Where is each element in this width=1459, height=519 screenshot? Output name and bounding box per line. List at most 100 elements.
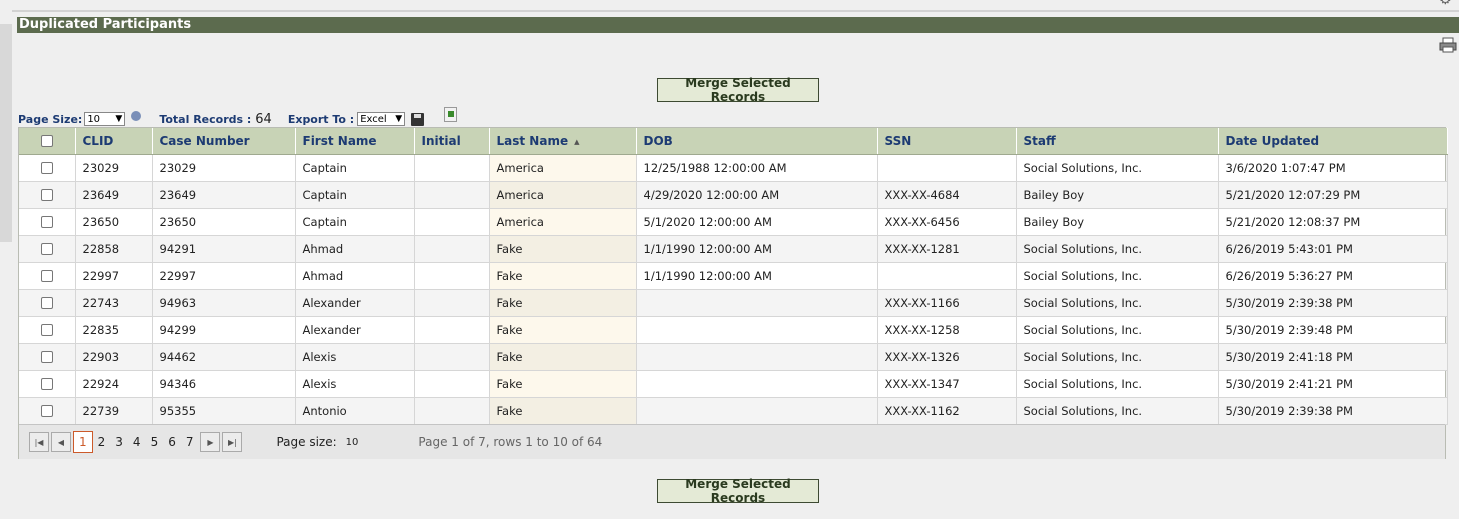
chevron-down-icon: ▼: [115, 114, 123, 124]
cell-case-number: 94291: [152, 235, 296, 263]
table-row[interactable]: 22997 22997 Ahmad Fake 1/1/1990 12:00:00 AM S…: [19, 262, 1448, 290]
cell-initial: [414, 262, 490, 290]
table-row[interactable]: 22835 94299 Alexander Fake XXX-XX-1258 Social…: [19, 316, 1448, 344]
page-link-7[interactable]: 7: [181, 431, 199, 453]
page-link-6[interactable]: 6: [163, 431, 181, 453]
cell-last-name: Fake: [489, 316, 637, 344]
pager-info: Page 1 of 7, rows 1 to 10 of 64: [418, 435, 603, 449]
duplicates-grid: CLID Case Number First Name Initial Last…: [18, 127, 1448, 459]
merge-selected-button-top[interactable]: Merge Selected Records: [657, 76, 819, 104]
row-select-cell: [19, 370, 76, 398]
page-link-4[interactable]: 4: [128, 431, 146, 453]
row-select-checkbox[interactable]: [40, 324, 53, 336]
row-select-checkbox[interactable]: [40, 405, 53, 417]
cell-ssn: XXX-XX-1281: [877, 235, 1017, 263]
table-row[interactable]: 22739 95355 Antonio Fake XXX-XX-1162 Social S…: [19, 397, 1448, 425]
cell-clid: 22924: [75, 370, 153, 398]
last-page-button[interactable]: ▶|: [222, 432, 243, 452]
table-row[interactable]: 22858 94291 Ahmad Fake 1/1/1990 12:00:00 AM X…: [19, 235, 1448, 263]
page-title: Duplicated Participants: [17, 17, 1459, 33]
column-header-clid[interactable]: CLID: [75, 128, 153, 155]
cell-case-number: 23029: [152, 154, 296, 182]
column-header-ssn[interactable]: SSN: [877, 128, 1017, 155]
row-select-cell: [19, 181, 76, 209]
page-link-3[interactable]: 3: [110, 431, 128, 453]
cell-date-updated: 6/26/2019 5:43:01 PM: [1218, 235, 1448, 263]
row-select-checkbox[interactable]: [40, 216, 53, 228]
save-icon[interactable]: [411, 112, 425, 126]
gear-icon[interactable]: ⚙: [1439, 0, 1455, 7]
merge-selected-button-bottom[interactable]: Merge Selected Records: [657, 477, 819, 505]
cell-initial: [414, 316, 490, 344]
cell-first-name: Antonio: [295, 397, 415, 425]
table-row[interactable]: 22743 94963 Alexander Fake XXX-XX-1166 Social…: [19, 289, 1448, 317]
row-select-cell: [19, 343, 76, 371]
cell-staff: Social Solutions, Inc.: [1016, 343, 1219, 371]
column-header-initial[interactable]: Initial: [414, 128, 490, 155]
cell-last-name: America: [489, 181, 637, 209]
table-row[interactable]: 23650 23650 Captain America 5/1/2020 12:00:0…: [19, 208, 1448, 236]
cell-last-name: America: [489, 154, 637, 182]
cell-last-name: Fake: [489, 343, 637, 371]
column-header-date-updated[interactable]: Date Updated: [1218, 128, 1448, 155]
pager: |◀ ◀ 1234567 ▶ ▶| Page size: 10 Page 1 o…: [19, 424, 1445, 459]
cell-date-updated: 5/30/2019 2:41:18 PM: [1218, 343, 1448, 371]
excel-export-icon[interactable]: [444, 106, 458, 122]
cell-case-number: 94299: [152, 316, 296, 344]
cell-case-number: 22997: [152, 262, 296, 290]
cell-ssn: [877, 154, 1017, 182]
table-row[interactable]: 22903 94462 Alexis Fake XXX-XX-1326 Social So…: [19, 343, 1448, 371]
cell-date-updated: 5/30/2019 2:39:38 PM: [1218, 289, 1448, 317]
pager-size-label: Page size:: [276, 435, 337, 449]
column-header-last-name[interactable]: Last Name ▲: [489, 128, 637, 155]
cell-date-updated: 5/30/2019 2:39:38 PM: [1218, 397, 1448, 425]
cell-ssn: [877, 262, 1017, 290]
row-select-checkbox[interactable]: [40, 270, 53, 282]
table-row[interactable]: 22924 94346 Alexis Fake XXX-XX-1347 Social So…: [19, 370, 1448, 398]
cell-date-updated: 5/30/2019 2:39:48 PM: [1218, 316, 1448, 344]
page-size-select[interactable]: 10 ▼: [84, 112, 126, 126]
column-header-dob[interactable]: DOB: [636, 128, 878, 155]
table-row[interactable]: 23649 23649 Captain America 4/29/2020 12:00:…: [19, 181, 1448, 209]
first-page-button[interactable]: |◀: [29, 432, 49, 452]
header-row: CLID Case Number First Name Initial Last…: [19, 128, 1448, 155]
column-header-staff[interactable]: Staff: [1016, 128, 1219, 155]
cell-last-name: Fake: [489, 397, 637, 425]
row-select-checkbox[interactable]: [40, 243, 53, 255]
cell-date-updated: 5/21/2020 12:08:37 PM: [1218, 208, 1448, 236]
prev-page-button[interactable]: ◀: [51, 432, 71, 452]
page-link-5[interactable]: 5: [146, 431, 164, 453]
cell-last-name: Fake: [489, 262, 637, 290]
cell-ssn: XXX-XX-1347: [877, 370, 1017, 398]
column-header-last-name-label: Last Name: [496, 133, 569, 148]
select-all-checkbox[interactable]: [40, 135, 53, 148]
cell-first-name: Alexis: [295, 370, 415, 398]
cell-ssn: XXX-XX-1258: [877, 316, 1017, 344]
cell-ssn: XXX-XX-1166: [877, 289, 1017, 317]
cell-initial: [414, 154, 490, 182]
row-select-checkbox[interactable]: [40, 162, 53, 174]
page-link-1[interactable]: 1: [73, 431, 93, 453]
export-format-select[interactable]: Excel ▼: [357, 112, 406, 126]
next-page-button[interactable]: ▶: [200, 432, 221, 452]
pager-size-value[interactable]: 10: [346, 437, 359, 448]
cell-clid: 22835: [75, 316, 153, 344]
cell-staff: Bailey Boy: [1016, 181, 1219, 209]
cell-initial: [414, 181, 490, 209]
print-icon[interactable]: [1439, 37, 1457, 53]
cell-first-name: Alexander: [295, 289, 415, 317]
row-select-checkbox[interactable]: [40, 189, 53, 201]
column-header-first-name[interactable]: First Name: [295, 128, 415, 155]
row-select-checkbox[interactable]: [40, 351, 53, 363]
page-size-label: Page Size:: [18, 112, 83, 126]
cell-first-name: Alexander: [295, 316, 415, 344]
cell-staff: Social Solutions, Inc.: [1016, 262, 1219, 290]
export-to-label: Export To :: [287, 112, 355, 126]
column-header-case-number[interactable]: Case Number: [152, 128, 296, 155]
page-link-2[interactable]: 2: [93, 431, 111, 453]
row-select-checkbox[interactable]: [40, 297, 53, 309]
row-select-checkbox[interactable]: [40, 378, 53, 390]
cell-clid: 22739: [75, 397, 153, 425]
table-row[interactable]: 23029 23029 Captain America 12/25/1988 12:00…: [19, 154, 1448, 182]
help-icon[interactable]: [131, 111, 142, 121]
